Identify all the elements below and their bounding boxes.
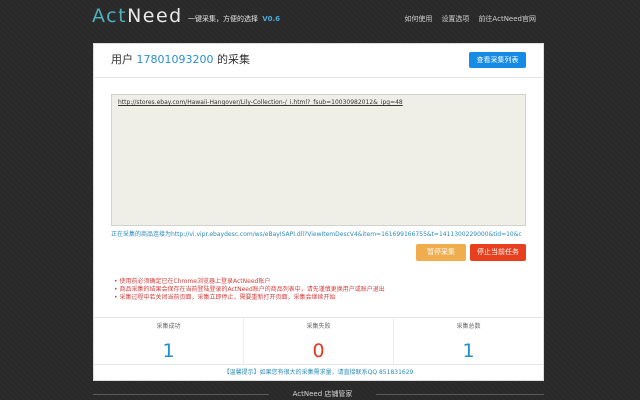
user-phone: 17801093200 (136, 53, 214, 66)
stat-label: 采集失败 (306, 323, 331, 330)
note-item: 采集过程中若关闭当前页面，采集立即停止，需要重新打开页面，采集会继续开始 (114, 294, 385, 302)
footer-divider-left (93, 394, 269, 395)
stat-value: 1 (162, 340, 175, 362)
nav-official-site[interactable]: 前往ActNeed官网 (478, 14, 536, 24)
stat-total: 采集总数 1 (393, 318, 543, 364)
brand-part-1: Act (92, 5, 128, 27)
note-item: 商品采集的结果会保存在当前登陆登录的ActNeed账户的商品列表中，请先谨慎更换… (114, 286, 384, 294)
current-item-url: 正在采集的商品连接为http://vi.vipr.ebaydesc.com/ws… (111, 231, 522, 238)
url-textarea[interactable]: http://stores.ebay.com/Hawaii-Hangover/L… (111, 94, 526, 226)
view-list-button[interactable]: 查看采集列表 (469, 52, 526, 68)
note-item: 使用前必须确定已在Chrome浏览器上登录ActNeed账户 (114, 278, 385, 286)
footer: ActNeed 店铺管家 (0, 389, 640, 400)
pause-button[interactable]: 暂停采集 (416, 244, 466, 261)
nav-how-to-use[interactable]: 如何使用 (404, 14, 432, 24)
stats-row: 采集成功 1 采集失败 0 采集总数 1 (94, 317, 543, 364)
stat-success: 采集成功 1 (94, 318, 243, 364)
stat-value: 0 (312, 340, 325, 362)
warm-tip: 【温馨提示】如果您有很大的采集需求量，请直接联系QQ 851831629 (94, 364, 543, 380)
stop-task-button[interactable]: 停止当前任务 (470, 244, 526, 261)
stat-fail: 采集失败 0 (243, 318, 393, 364)
slogan-text: 一键采集，方便的选择 (188, 15, 258, 23)
collection-panel: 用户 17801093200 的采集 查看采集列表 http://stores.… (93, 43, 544, 381)
page-title: 用户 17801093200 的采集 (111, 53, 250, 67)
stat-label: 采集成功 (156, 323, 181, 330)
stat-value: 1 (462, 340, 475, 362)
version-label: V0.6 (262, 15, 281, 23)
usage-notes: 使用前必须确定已在Chrome浏览器上登录ActNeed账户 商品采集的结果会保… (114, 278, 385, 302)
footer-divider-right (376, 394, 544, 395)
brand-part-2: Need (127, 5, 183, 27)
title-suffix: 的采集 (216, 53, 250, 66)
stat-label: 采集总数 (456, 323, 481, 330)
panel-header: 用户 17801093200 的采集 查看采集列表 (94, 44, 543, 78)
title-prefix: 用户 (111, 53, 133, 66)
top-bar: ActNeed 一键采集，方便的选择 V0.6 如何使用 设置选项 前往ActN… (0, 0, 640, 36)
nav-settings[interactable]: 设置选项 (441, 14, 469, 24)
top-nav: 如何使用 设置选项 前往ActNeed官网 (404, 14, 536, 24)
slogan: 一键采集，方便的选择 V0.6 (188, 14, 280, 24)
brand-logo[interactable]: ActNeed (92, 4, 183, 28)
store-url: http://stores.ebay.com/Hawaii-Hangover/L… (118, 99, 403, 106)
footer-text: ActNeed 店铺管家 (292, 390, 353, 398)
